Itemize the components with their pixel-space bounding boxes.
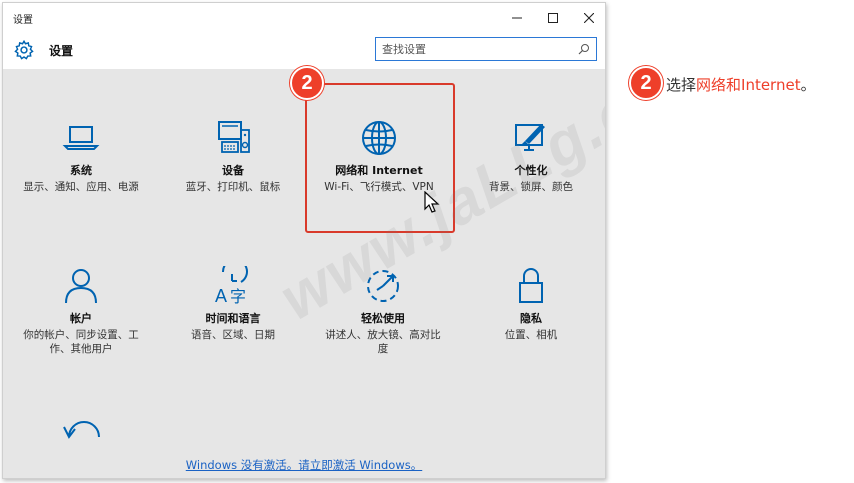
tile-accounts-label: 帐户 (70, 312, 92, 325)
update-security-icon[interactable] (61, 413, 103, 443)
search-input[interactable] (376, 38, 572, 60)
devices-icon (218, 121, 250, 153)
activate-windows-link[interactable]: Windows 没有激活。请立即激活 Windows。 (186, 458, 422, 472)
tile-ease-desc: 讲述人、放大镜、高对比度 (325, 329, 441, 355)
close-icon (584, 13, 594, 23)
laptop-icon (62, 126, 100, 150)
minimize-button[interactable] (499, 3, 535, 33)
page-title: 设置 (49, 44, 74, 58)
search-box[interactable] (375, 37, 597, 61)
window-title: 设置 (13, 15, 33, 26)
maximize-button[interactable] (535, 3, 571, 33)
screenshot-stage: 设置 设置 查找设置 系统 显示、通知、应用、电源 设备 蓝牙、打印机、鼠标 网… (0, 0, 854, 483)
person-icon (65, 269, 97, 304)
tile-privacy-desc: 位置、相机 (504, 329, 558, 341)
tile-privacy-label: 隐私 (520, 312, 542, 325)
instruction-step-badge: 2 (629, 66, 663, 100)
activation-notice: Windows 没有激活。请立即激活 Windows。 (3, 454, 605, 473)
svg-text:字: 字 (230, 287, 246, 306)
tile-system[interactable]: 系统 显示、通知、应用、电源 (11, 118, 151, 194)
tile-devices-desc: 蓝牙、打印机、鼠标 (185, 181, 281, 193)
tile-accounts[interactable]: 帐户 你的帐户、同步设置、工作、其他用户 (11, 266, 151, 356)
title-bar: 设置 (3, 3, 605, 33)
maximize-icon (548, 13, 558, 23)
time-language-icon: A 字 (215, 266, 248, 306)
tile-devices[interactable]: 设备 蓝牙、打印机、鼠标 (163, 118, 303, 194)
svg-text:A: A (215, 286, 227, 306)
gear-icon (14, 39, 34, 60)
tile-privacy[interactable]: 隐私 位置、相机 (461, 266, 601, 342)
tile-accounts-desc: 你的帐户、同步设置、工作、其他用户 (23, 329, 139, 355)
close-button[interactable] (571, 3, 605, 33)
minimize-icon (512, 17, 522, 19)
instruction-text: 选择网络和Internet。 (666, 74, 816, 95)
lock-icon (519, 268, 543, 303)
tile-time-language-label: 时间和语言 (205, 312, 261, 325)
tile-devices-label: 设备 (222, 164, 244, 177)
tile-system-desc: 显示、通知、应用、电源 (23, 181, 139, 193)
tile-time-language-desc: 语音、区域、日期 (191, 329, 275, 341)
settings-header: 设置 (3, 33, 605, 69)
tile-system-label: 系统 (70, 164, 92, 177)
instruction-suffix: 。 (800, 76, 816, 94)
instruction-prefix: 选择 (666, 76, 697, 94)
instruction-highlight: 网络和Internet (696, 76, 801, 94)
search-icon[interactable] (578, 43, 590, 55)
step-badge: 2 (290, 66, 324, 100)
